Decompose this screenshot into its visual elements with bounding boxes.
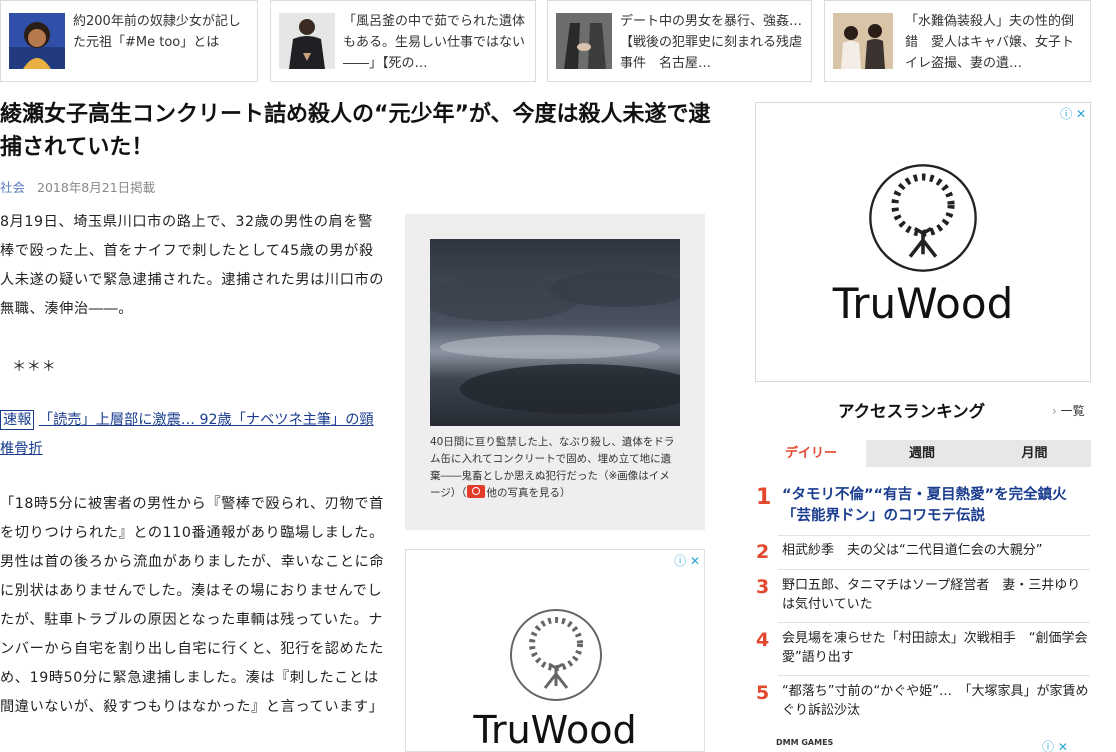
chevron-right-icon: › <box>1052 404 1057 418</box>
camera-icon[interactable] <box>466 485 485 498</box>
article-photo[interactable] <box>420 239 700 426</box>
related-thumb-4[interactable] <box>833 13 893 69</box>
ranking-number: 3 <box>756 576 770 598</box>
ranking-headline[interactable]: 会見場を凍らせた「村田諒太」次戦相手 “創価学会愛”語り出す <box>782 629 1092 667</box>
ranking-item-5[interactable]: 5 “都落ち”寸前の“かぐや姫”… 「大塚家具」が家賃めぐり訴訟沙汰 <box>756 682 1096 722</box>
ranking-number: 5 <box>756 682 770 704</box>
article-paragraph-2: 「18時5分に被害者の男性から『警棒で殴られ、刃物で首を切りつけられた』との11… <box>0 496 385 715</box>
ranking-item-3[interactable]: 3 野口五郎、タニマチはソープ経営者 妻・三井ゆりは気付いていた <box>756 576 1096 616</box>
sidebar-ad-choices-icon[interactable]: ⓘ ✕ <box>1060 105 1086 122</box>
ranking-more-label[interactable]: 一覧 <box>1061 404 1085 418</box>
photo-caption: 40日間に亘り監禁した上、なぶり殺し、遺体をドラム缶に入れてコンクリートで固め、… <box>430 434 680 502</box>
sidebar-ad-brand-text: TruWood <box>832 279 1014 328</box>
sidebar-ad[interactable]: ⓘ ✕ TruWood <box>755 102 1091 382</box>
bottom-ad-choices-icon[interactable]: ⓘ ✕ <box>1042 738 1068 752</box>
related-card-3[interactable]: デート中の男女を暴行、強姦…【戦後の犯罪史に刻まれる残虐事件 名古屋… <box>547 0 812 82</box>
related-card-1[interactable]: 約200年前の奴隷少女が記した元祖「#Me too」とは <box>0 0 258 82</box>
related-text-2[interactable]: 「風呂釜の中で茹でられた遺体もある。生易しい仕事ではない――」【死の… <box>343 11 527 74</box>
tree-logo-icon <box>510 609 602 701</box>
more-photos-link[interactable]: 他の写真を見る） <box>487 487 571 499</box>
article-meta: 社会 2018年8月21日掲載 <box>0 177 155 196</box>
article-figure: 40日間に亘り監禁した上、なぶり殺し、遺体をドラム缶に入れてコンクリートで固め、… <box>405 214 705 530</box>
ranking-headline[interactable]: 野口五郎、タニマチはソープ経営者 妻・三井ゆりは気付いていた <box>782 576 1092 614</box>
article-category[interactable]: 社会 <box>0 180 25 195</box>
related-text-4[interactable]: 「水難偽装殺人」夫の性的倒錯 愛人はキャバ嬢、女子トイレ盗撮、妻の遺… <box>905 11 1082 74</box>
article-paragraph-1: 8月19日、埼玉県川口市の路上で、32歳の男性の肩を警棒で殴った上、首をナイフで… <box>0 214 385 317</box>
ranking-divider <box>778 675 1090 676</box>
suited-man-icon <box>279 13 335 69</box>
related-card-4[interactable]: 「水難偽装殺人」夫の性的倒錯 愛人はキャバ嬢、女子トイレ盗撮、妻の遺… <box>824 0 1091 82</box>
ranking-number: 4 <box>756 629 770 651</box>
inline-ad[interactable]: ⓘ ✕ TruWood <box>405 549 705 752</box>
ranking-divider <box>778 569 1090 570</box>
stormy-sky-photo <box>420 239 700 426</box>
related-card-2[interactable]: 「風呂釜の中で茹でられた遺体もある。生易しい仕事ではない――」【死の… <box>270 0 536 82</box>
related-thumb-3[interactable] <box>556 13 612 69</box>
ranking-item-4[interactable]: 4 会見場を凍らせた「村田諒太」次戦相手 “創価学会愛”語り出す <box>756 629 1096 669</box>
ranking-headline[interactable]: “都落ち”寸前の“かぐや姫”… 「大塚家具」が家賃めぐり訴訟沙汰 <box>782 682 1092 720</box>
ranking-divider <box>778 535 1090 536</box>
related-text-3[interactable]: デート中の男女を暴行、強姦…【戦後の犯罪史に刻まれる残虐事件 名古屋… <box>620 11 803 74</box>
ranking-divider <box>778 622 1090 623</box>
ranking-number: 2 <box>756 541 770 563</box>
ranking-title: アクセスランキング <box>838 402 986 421</box>
ad-brand-text: TruWood <box>473 708 637 752</box>
ranking-headline[interactable]: 相武紗季 夫の父は“二代目道仁会の大親分” <box>782 541 1092 560</box>
tab-monthly[interactable]: 月間 <box>978 440 1091 467</box>
article-date: 2018年8月21日掲載 <box>37 180 156 195</box>
section-divider-stars: ＊＊＊ <box>12 359 57 375</box>
tab-daily[interactable]: デイリー <box>756 440 866 467</box>
related-thumb-1[interactable] <box>9 13 65 69</box>
article-title: 綾瀬女子高生コンクリート詰め殺人の“元少年”が、今度は殺人未遂で逮捕されていた！ <box>0 102 711 160</box>
ranking-item-2[interactable]: 2 相武紗季 夫の父は“二代目道仁会の大親分” <box>756 541 1096 565</box>
ad-choices-icon[interactable]: ⓘ ✕ <box>674 552 700 569</box>
tab-weekly[interactable]: 週間 <box>866 440 978 467</box>
ranking-item-1[interactable]: 1 “タモリ不倫”“有吉・夏目熱愛”を完全鎮火「芸能界ドン」のコワモテ伝説 <box>756 485 1096 531</box>
ranking-headline[interactable]: “タモリ不倫”“有吉・夏目熱愛”を完全鎮火「芸能界ドン」のコワモテ伝説 <box>782 485 1092 527</box>
related-news-link[interactable]: 速報 「読売」上層部に激震… 92歳「ナベツネ主筆」の頸椎骨折 <box>0 406 380 464</box>
related-text-1[interactable]: 約200年前の奴隷少女が記した元祖「#Me too」とは <box>73 11 249 53</box>
tree-logo-icon <box>869 164 977 272</box>
woman-portrait-icon <box>9 13 65 69</box>
ranking-number: 1 <box>756 485 772 510</box>
wedding-couple-icon <box>833 13 893 69</box>
related-news-link-text[interactable]: 「読売」上層部に激震… 92歳「ナベツネ主筆」の頸椎骨折 <box>0 412 374 457</box>
ranking-more-link[interactable]: › 一覧 <box>1052 402 1085 419</box>
couple-handhold-icon <box>556 13 612 69</box>
breaking-news-tag: 速報 <box>0 410 35 430</box>
dmm-games-logo: DMM GAMES <box>776 738 834 747</box>
related-thumb-2[interactable] <box>279 13 335 69</box>
